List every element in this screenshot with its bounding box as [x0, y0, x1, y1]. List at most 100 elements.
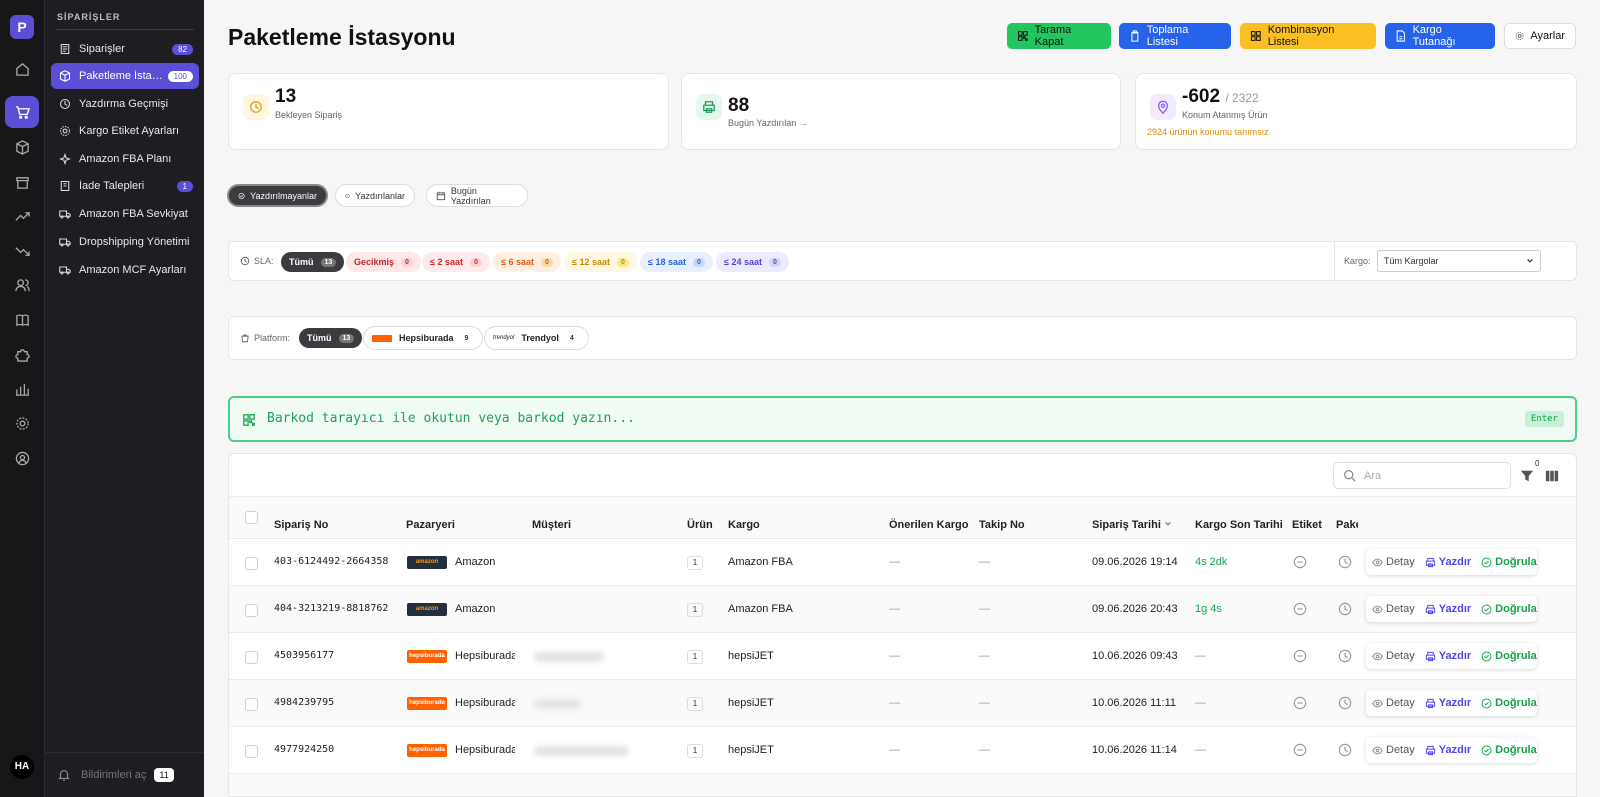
col-label[interactable]: Etiket	[1292, 519, 1322, 531]
print-button[interactable]: Yazdır	[1425, 744, 1471, 756]
sub-sidebar: SİPARİŞLER Siparişler 82 Paketleme İstas…	[44, 0, 205, 797]
row-checkbox[interactable]	[245, 745, 258, 758]
sidebar-item-fba-shipment[interactable]: Amazon FBA Sevkiyat	[51, 201, 199, 227]
verify-button[interactable]: Doğrula	[1481, 650, 1537, 662]
platform-chip-trendyol[interactable]: trendyol Trendyol 4	[484, 326, 589, 350]
sidebar-item-mcf-settings[interactable]: Amazon MCF Ayarları	[51, 257, 199, 283]
order-no[interactable]: 4977924250	[274, 744, 334, 755]
settings-button[interactable]: Ayarlar	[1504, 23, 1576, 49]
notifications-toggle[interactable]: Bildirimleri aç 11	[45, 752, 205, 797]
platform-chip-hepsiburada[interactable]: Hepsiburada 9	[363, 326, 484, 350]
detail-button[interactable]: Detay	[1372, 697, 1415, 709]
col-product[interactable]: Ürün	[687, 519, 713, 531]
col-order-date[interactable]: Sipariş Tarihi	[1092, 519, 1172, 531]
barcode-scan-field[interactable]: Barkod tarayıcı ile okutun veya barkod y…	[228, 396, 1577, 442]
sla-chip-6h[interactable]: ≤ 6 saat 0	[493, 252, 561, 272]
tracking-no: —	[979, 650, 990, 662]
order-no[interactable]: 403-6124492-2664358	[274, 556, 388, 567]
table-row	[229, 773, 1576, 796]
platform-chip-all[interactable]: Tümü 13	[299, 328, 363, 348]
order-no[interactable]: 404-3213219-8818762	[274, 603, 388, 614]
print-button[interactable]: Yazdır	[1425, 603, 1471, 615]
sidebar-item-packing-station[interactable]: Paketleme İstasyonu 100	[51, 63, 199, 89]
cargo-select[interactable]: Tüm Kargolar	[1377, 250, 1541, 272]
order-no[interactable]: 4984239795	[274, 697, 334, 708]
select-all-checkbox[interactable]	[245, 511, 258, 524]
cart-icon[interactable]	[5, 96, 39, 128]
row-checkbox[interactable]	[245, 698, 258, 711]
user-circle-icon[interactable]	[5, 442, 39, 474]
sidebar-item-label: Amazon FBA Planı	[79, 153, 172, 165]
col-tracking-no[interactable]: Takip No	[979, 519, 1025, 531]
sla-chip-12h[interactable]: ≤ 12 saat 0	[564, 252, 637, 272]
sidebar-item-returns[interactable]: İade Talepleri 1	[51, 173, 199, 199]
pick-list-button[interactable]: Toplama Listesi	[1119, 23, 1231, 49]
scan-close-button[interactable]: Tarama Kapat	[1007, 23, 1111, 49]
print-button[interactable]: Yazdır	[1425, 650, 1471, 662]
table-row[interactable]: 4977924250 hepsiburada Hepsiburada 1 hep…	[229, 726, 1576, 773]
tab-printed[interactable]: Yazdırılanlar	[335, 184, 415, 207]
sla-chip-18h[interactable]: ≤ 18 saat 0	[640, 252, 713, 272]
cargo-report-button[interactable]: Kargo Tutanağı	[1385, 23, 1495, 49]
detail-button[interactable]: Detay	[1372, 744, 1415, 756]
sidebar-item-print-history[interactable]: Yazdırma Geçmişi	[51, 91, 199, 117]
table-search-input[interactable]: Ara	[1333, 462, 1511, 489]
printed-today-card[interactable]: 88 Bugün Yazdırılan →	[681, 73, 1121, 150]
detail-button[interactable]: Detay	[1372, 650, 1415, 662]
col-suggested-cargo[interactable]: Önerilen Kargo	[889, 519, 968, 531]
col-marketplace[interactable]: Pazaryeri	[406, 519, 455, 531]
cube-icon[interactable]	[5, 131, 39, 163]
puzzle-icon[interactable]	[5, 338, 39, 370]
col-order-no[interactable]: Sipariş No	[274, 519, 328, 531]
col-cargo-deadline[interactable]: Kargo Son Tarihi	[1195, 519, 1283, 531]
user-avatar[interactable]: HA	[10, 755, 34, 779]
verify-button[interactable]: Doğrula	[1481, 744, 1537, 756]
verify-button[interactable]: Doğrula	[1481, 603, 1537, 615]
deadline: —	[1195, 650, 1206, 662]
section-title: SİPARİŞLER	[57, 12, 121, 22]
row-checkbox[interactable]	[245, 604, 258, 617]
col-cargo[interactable]: Kargo	[728, 519, 760, 531]
sla-chip-2h[interactable]: ≤ 2 saat 0	[422, 252, 490, 272]
combination-list-button[interactable]: Kombinasyon Listesi	[1240, 23, 1376, 49]
col-package[interactable]: Paket	[1336, 519, 1358, 531]
marketplace: Hepsiburada	[455, 744, 515, 756]
row-checkbox[interactable]	[245, 557, 258, 570]
table-row[interactable]: 4984239795 hepsiburada Hepsiburada 1 hep…	[229, 679, 1576, 726]
detail-button[interactable]: Detay	[1372, 603, 1415, 615]
print-button[interactable]: Yazdır	[1425, 556, 1471, 568]
verify-button[interactable]: Doğrula	[1481, 556, 1537, 568]
sidebar-item-orders[interactable]: Siparişler 82	[51, 36, 199, 62]
sidebar-item-dropshipping[interactable]: Dropshipping Yönetimi	[51, 229, 199, 255]
detail-button[interactable]: Detay	[1372, 556, 1415, 568]
settings-icon[interactable]	[5, 407, 39, 439]
col-customer[interactable]: Müşteri	[532, 519, 571, 531]
tab-unprinted[interactable]: Yazdırılmayanlar	[227, 184, 328, 207]
sla-chip-all[interactable]: Tümü 13	[281, 252, 345, 272]
sla-chip-overdue[interactable]: Gecikmiş 0	[346, 252, 421, 272]
bar-chart-icon[interactable]	[5, 373, 39, 405]
filter-icon[interactable]	[1520, 469, 1534, 483]
columns-icon[interactable]	[1545, 469, 1559, 483]
eye-icon	[1372, 652, 1383, 660]
table-row[interactable]: 403-6124492-2664358 amazon Amazon 1 Amaz…	[229, 538, 1576, 585]
customer-redacted	[534, 652, 604, 662]
sidebar-item-label-settings[interactable]: Kargo Etiket Ayarları	[51, 118, 199, 144]
trend-down-icon[interactable]	[5, 235, 39, 267]
table-row[interactable]: 404-3213219-8818762 amazon Amazon 1 Amaz…	[229, 585, 1576, 632]
trend-up-icon[interactable]	[5, 200, 39, 232]
users-icon[interactable]	[5, 269, 39, 301]
app-logo[interactable]: P	[10, 15, 34, 39]
order-no[interactable]: 4503956177	[274, 650, 334, 661]
book-icon[interactable]	[5, 304, 39, 336]
store-icon[interactable]	[5, 166, 39, 198]
home-icon[interactable]	[5, 53, 39, 85]
sidebar-item-fba-plan[interactable]: Amazon FBA Planı	[51, 146, 199, 172]
tab-printed-today[interactable]: Bugün Yazdırılan	[426, 184, 528, 207]
verify-button[interactable]: Doğrula	[1481, 697, 1537, 709]
row-checkbox[interactable]	[245, 651, 258, 664]
chevron-down-icon	[1165, 521, 1171, 526]
sla-chip-24h[interactable]: ≤ 24 saat 0	[716, 252, 789, 272]
table-row[interactable]: 4503956177 hepsiburada Hepsiburada 1 hep…	[229, 632, 1576, 679]
print-button[interactable]: Yazdır	[1425, 697, 1471, 709]
